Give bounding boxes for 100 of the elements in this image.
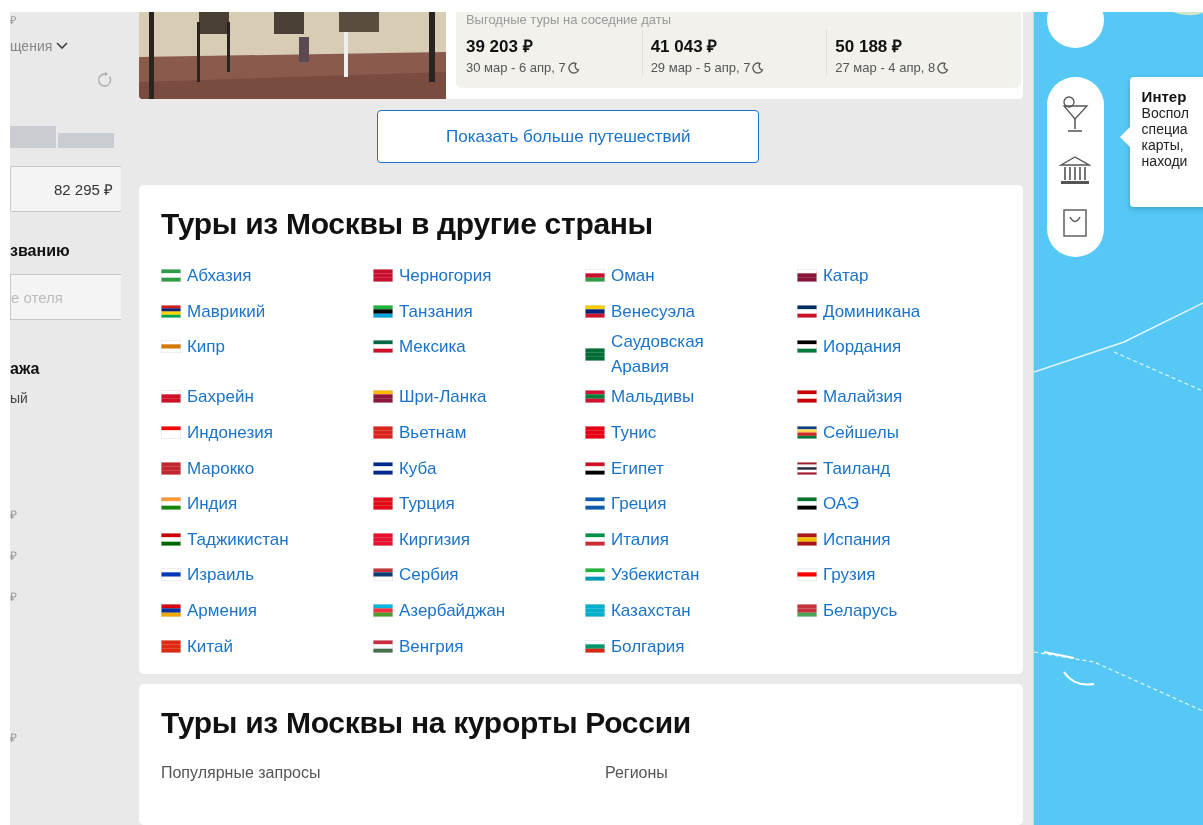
flag-icon xyxy=(160,269,181,283)
section-title: Туры из Москвы на курорты России xyxy=(160,704,691,741)
offer-price[interactable]: 50 188 ₽ xyxy=(835,34,1011,57)
country-link[interactable]: Малайзия xyxy=(822,384,903,410)
country-link[interactable]: ОАЭ xyxy=(822,491,859,517)
flag-icon xyxy=(584,461,605,475)
country-link[interactable]: Вьетнам xyxy=(398,420,467,446)
country-link[interactable]: Черногория xyxy=(398,263,492,289)
country-link[interactable]: Болгария xyxy=(610,633,685,659)
hotel-name-field[interactable]: е отеля xyxy=(10,274,121,320)
flag-icon xyxy=(584,347,605,361)
country-link[interactable]: Куба xyxy=(398,455,437,481)
country-link[interactable]: Маврикий xyxy=(186,298,266,324)
museum-icon[interactable] xyxy=(1059,155,1092,187)
flag-icon xyxy=(160,426,181,440)
offer-price[interactable]: 41 043 ₽ xyxy=(650,34,827,57)
country-link[interactable]: Казахстан xyxy=(610,598,691,624)
section-heading: ажа xyxy=(10,360,41,378)
flag-icon xyxy=(584,568,605,582)
shopping-bag-icon[interactable] xyxy=(1062,208,1089,239)
country-link[interactable]: Армения xyxy=(186,598,257,624)
flag-icon xyxy=(372,461,393,475)
offer-price[interactable]: 39 203 ₽ xyxy=(465,34,642,57)
country-link[interactable]: Саудовская Аравия xyxy=(610,329,756,380)
flag-icon xyxy=(796,269,817,283)
price-field[interactable]: 82 295 ₽ xyxy=(10,166,121,212)
country-link[interactable]: Венесуэла xyxy=(610,298,696,324)
country-link[interactable]: Узбекистан xyxy=(610,562,700,588)
country-link[interactable]: Италия xyxy=(610,526,669,552)
tooltip-title: Интер xyxy=(1141,88,1188,105)
flag-icon xyxy=(372,568,393,582)
flag-icon xyxy=(796,532,817,546)
tooltip-text: Воспол специа карты, находи xyxy=(1141,105,1190,169)
country-link[interactable]: Грузия xyxy=(822,562,876,588)
price-text: ₽ xyxy=(10,730,18,746)
flag-icon xyxy=(372,532,393,546)
country-link[interactable]: Азербайджан xyxy=(398,598,506,624)
flag-icon xyxy=(584,304,605,318)
price-text: ₽ xyxy=(10,548,18,564)
country-link[interactable]: Испания xyxy=(822,526,891,552)
flag-icon xyxy=(584,269,605,283)
flag-icon xyxy=(796,304,817,318)
country-link[interactable]: Тунис xyxy=(610,420,657,446)
cocktail-icon[interactable] xyxy=(1061,95,1090,134)
country-link[interactable]: Оман xyxy=(610,263,655,289)
flag-icon xyxy=(372,497,393,511)
price-text: ₽ xyxy=(10,507,18,523)
country-link[interactable]: Израиль xyxy=(186,562,255,588)
flag-icon xyxy=(372,269,393,283)
flag-icon xyxy=(584,639,605,653)
flag-icon xyxy=(796,390,817,404)
column-heading: Регионы xyxy=(604,763,668,781)
country-link[interactable]: Танзания xyxy=(398,298,473,324)
country-link[interactable]: Киргизия xyxy=(398,526,470,552)
country-link[interactable]: Беларусь xyxy=(822,598,898,624)
country-link[interactable]: Бахрейн xyxy=(186,384,254,410)
offer-dates: 29 мар - 5 апр, 7 xyxy=(650,60,751,75)
country-link[interactable]: Греция xyxy=(610,491,667,517)
flag-icon xyxy=(372,304,393,318)
moon-icon xyxy=(937,61,950,74)
country-link[interactable]: Доминикана xyxy=(822,298,921,324)
country-link[interactable]: Индонезия xyxy=(186,420,273,446)
country-link[interactable]: Сербия xyxy=(398,562,459,588)
flag-icon xyxy=(160,461,181,475)
flag-icon xyxy=(796,461,817,475)
price-text: ₽ xyxy=(10,13,17,26)
country-link[interactable]: Катар xyxy=(822,263,869,289)
country-link[interactable]: Индия xyxy=(186,491,238,517)
country-link[interactable]: Таджикистан xyxy=(186,526,289,552)
flag-icon xyxy=(160,340,181,354)
flag-icon xyxy=(796,568,817,582)
flag-icon xyxy=(372,340,393,354)
country-link[interactable]: Таиланд xyxy=(822,455,891,481)
flag-icon xyxy=(160,532,181,546)
country-link[interactable]: Египет xyxy=(610,455,664,481)
flag-icon xyxy=(160,639,181,653)
sort-dropdown[interactable]: щения xyxy=(10,38,121,54)
country-link[interactable]: Турция xyxy=(398,491,455,517)
flag-icon xyxy=(160,568,181,582)
country-link[interactable]: Абхазия xyxy=(186,263,252,289)
flag-icon xyxy=(372,390,393,404)
flag-icon xyxy=(160,390,181,404)
show-more-button[interactable]: Показать больше путешествий xyxy=(377,110,760,163)
flag-icon xyxy=(372,426,393,440)
country-link[interactable]: Китай xyxy=(186,633,233,659)
country-link[interactable]: Марокко xyxy=(186,455,255,481)
flag-icon xyxy=(584,497,605,511)
panel-title: Выгодные туры на соседние даты xyxy=(465,12,672,29)
moon-icon xyxy=(567,61,580,74)
country-link[interactable]: Кипр xyxy=(186,334,225,360)
country-link[interactable]: Иордания xyxy=(822,334,902,360)
country-link[interactable]: Сейшелы xyxy=(822,420,899,446)
flag-icon xyxy=(160,497,181,511)
country-link[interactable]: Шри-Ланка xyxy=(398,384,487,410)
country-link[interactable]: Венгрия xyxy=(398,633,464,659)
section-heading: званию xyxy=(10,242,71,260)
country-link[interactable]: Мальдивы xyxy=(610,384,695,410)
flag-icon xyxy=(796,340,817,354)
country-link[interactable]: Мексика xyxy=(398,334,466,360)
flag-icon xyxy=(584,426,605,440)
